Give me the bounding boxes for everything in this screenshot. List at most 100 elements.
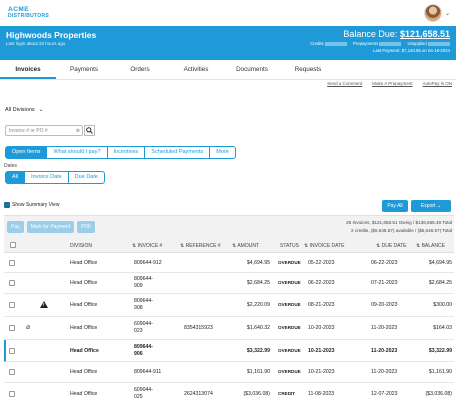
date-due-date[interactable]: Due Date	[67, 171, 105, 184]
mark-for-payment-button[interactable]: Mark for Payment	[26, 221, 75, 233]
col-due-date-label: DUE DATE	[381, 243, 407, 249]
clear-icon[interactable]: ⊗	[76, 128, 80, 134]
cell-invoice[interactable]: 609044- 025	[134, 387, 153, 401]
filter-open-items[interactable]: Open Items	[5, 146, 48, 159]
tab-payments[interactable]: Payments	[56, 62, 112, 79]
company-logo[interactable]: ACME DISTRIBUTORS	[8, 7, 49, 19]
col-division[interactable]: DIVISION	[70, 243, 92, 249]
cell-due-date: 11-20-2023	[371, 348, 398, 354]
summary-view-toggle[interactable]: Show Summary View	[4, 202, 59, 208]
balance-panel: Balance Due: $121,658.51 Credits Prepaym…	[310, 29, 450, 53]
table-row[interactable]: Head Office 609044- 025 2624313074 ($3,0…	[4, 383, 454, 401]
paperclip-icon[interactable]: ⌀	[26, 323, 30, 331]
division-select[interactable]: All Divisions ⌄	[5, 107, 43, 113]
cell-balance: $2,684.25	[428, 280, 452, 286]
filter-what-should-i-pay[interactable]: What should I pay?	[46, 146, 108, 159]
col-invoice-label: INVOICE #	[137, 243, 163, 249]
search-input[interactable]: Invoice # or PO # ⊗	[5, 125, 83, 136]
col-balance[interactable]: ⇅ BALANCE	[416, 243, 445, 249]
table-row[interactable]: Head Office 809644- 909 $2,684.25 OVERDU…	[4, 273, 454, 294]
cell-status: OVERDUE	[278, 260, 301, 265]
prepayments-value	[379, 41, 402, 46]
prepayments-label: Prepayments	[352, 41, 379, 46]
cell-due-date: 06-22-2023	[371, 260, 398, 266]
cell-invoice[interactable]: 809644- 908	[134, 298, 153, 312]
cell-status: CREDIT	[278, 391, 296, 396]
credits-row: Credits Prepayments Unapplied	[310, 41, 450, 46]
pdf-button[interactable]: PDF	[77, 221, 96, 233]
pay-button[interactable]: Pay	[7, 221, 24, 233]
tab-orders[interactable]: Orders	[112, 62, 168, 79]
cell-invoice-date: 08-21-2023	[308, 302, 335, 308]
cell-invoice[interactable]: 609044- 023	[134, 321, 153, 335]
table-row[interactable]: Head Office 809644-912 $4,694.95 OVERDUE…	[4, 253, 454, 273]
cell-invoice-date: 10-21-2023	[308, 348, 335, 354]
cell-invoice[interactable]: 809644-912	[134, 260, 162, 266]
search-button[interactable]	[84, 125, 95, 136]
make-prepayment-link[interactable]: Make A Prepayment	[372, 81, 412, 86]
col-invoice-date[interactable]: ⇅ INVOICE DATE	[304, 243, 345, 249]
filter-incentives[interactable]: Incentives	[106, 146, 146, 159]
col-amount[interactable]: ⇅ AMOUNT	[232, 243, 259, 249]
cell-invoice[interactable]: 809644- 906	[134, 344, 153, 358]
row-checkbox[interactable]	[9, 302, 15, 308]
cell-balance: $300.00	[433, 302, 452, 308]
cell-amount: $1,640.32	[246, 325, 270, 331]
pay-all-button[interactable]: Pay All	[382, 200, 408, 212]
cell-status: OVERDUE	[278, 369, 301, 374]
table-row[interactable]: Head Office 809644-911 $1,161.90 OVERDUE…	[4, 362, 454, 383]
date-all[interactable]: All	[5, 171, 26, 184]
cell-amount: ($3,036.08)	[243, 391, 270, 397]
cell-invoice[interactable]: 809644- 909	[134, 276, 153, 290]
cell-division: Head Office	[70, 260, 98, 266]
tab-requests[interactable]: Requests	[280, 62, 336, 79]
cell-balance: $3,322.99	[428, 348, 452, 354]
col-reference[interactable]: ⇅ REFERENCE #	[180, 243, 221, 249]
cell-amount: $1,161.90	[246, 369, 270, 375]
invoice-summary: 26 Invoices, $121,658.51 Owing / $136,66…	[346, 219, 452, 235]
row-checkbox[interactable]	[9, 391, 15, 397]
dates-label: Dates	[4, 163, 18, 169]
cell-invoice-date: 05-22-2023	[308, 260, 335, 266]
division-selected: All Divisions	[5, 107, 35, 113]
cell-status: OVERDUE	[278, 280, 301, 285]
search-placeholder: Invoice # or PO #	[9, 128, 48, 134]
autopay-link[interactable]: AutoPay is ON	[422, 81, 452, 86]
table-row[interactable]: Head Office 809644- 908 $2,220.09 OVERDU…	[4, 294, 454, 317]
chevron-down-icon[interactable]: ⌄	[445, 10, 450, 17]
summary-view-label: Show Summary View	[12, 202, 60, 208]
summary-checkbox[interactable]	[4, 202, 10, 208]
cell-reference: 2624313074	[184, 391, 213, 397]
tab-invoices[interactable]: Invoices	[0, 62, 56, 79]
credits-label: Credits	[310, 41, 324, 46]
table-row[interactable]: ⌀ Head Office 609044- 023 8354315923 $1,…	[4, 317, 454, 340]
balance-label: Balance Due:	[343, 29, 400, 39]
account-banner: Highwoods Properties Last login about 23…	[0, 26, 456, 60]
cell-status: OVERDUE	[278, 348, 301, 353]
row-checkbox[interactable]	[9, 260, 15, 266]
table-row-selected[interactable]: Head Office 809644- 906 $3,322.99 OVERDU…	[4, 340, 454, 362]
col-status[interactable]: STATUS	[280, 243, 299, 249]
unapplied-value	[428, 41, 450, 46]
send-comment-link[interactable]: Send a Comment	[327, 81, 362, 86]
cell-status: OVERDUE	[278, 325, 301, 330]
filter-scheduled-payments[interactable]: Scheduled Payments	[144, 146, 211, 159]
row-checkbox[interactable]	[9, 325, 15, 331]
row-checkbox[interactable]	[9, 369, 15, 375]
row-checkbox[interactable]	[9, 348, 15, 354]
unapplied-label: Unapplied	[407, 41, 427, 46]
filter-more[interactable]: More	[209, 146, 236, 159]
avatar[interactable]	[423, 4, 442, 22]
tab-documents[interactable]: Documents	[224, 62, 280, 79]
select-all-checkbox[interactable]	[10, 242, 16, 248]
tab-activities[interactable]: Activities	[168, 62, 224, 79]
user-menu[interactable]: ⌄	[423, 4, 450, 22]
row-checkbox[interactable]	[9, 280, 15, 286]
col-invoice[interactable]: ⇅ INVOICE #	[132, 243, 162, 249]
date-invoice-date[interactable]: Invoice Date	[24, 171, 69, 184]
cell-invoice[interactable]: 809644-911	[134, 369, 161, 375]
last-payment: Last Payment: $7,140.95 on 04-18-2024	[373, 48, 450, 53]
balance-link[interactable]: $121,658.51	[400, 29, 450, 39]
export-button[interactable]: Export ⌄	[411, 200, 451, 212]
col-due-date[interactable]: ⇅ DUE DATE	[376, 243, 407, 249]
